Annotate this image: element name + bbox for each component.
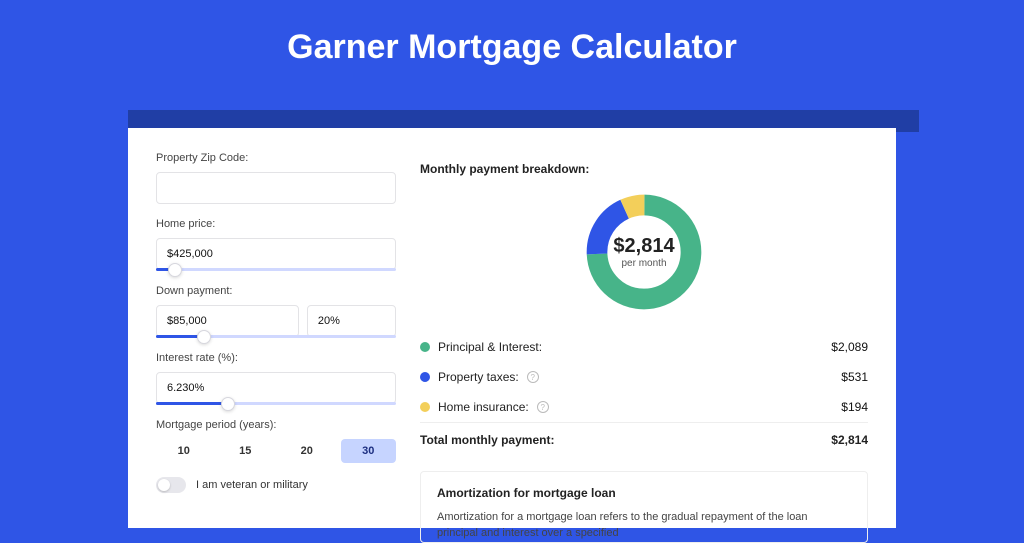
breakdown-row-label: Principal & Interest: — [438, 340, 542, 354]
interest-rate-slider[interactable] — [156, 402, 396, 405]
zip-group: Property Zip Code: — [156, 152, 396, 204]
down-payment-slider[interactable] — [156, 335, 396, 338]
home-price-slider[interactable] — [156, 268, 396, 271]
down-payment-label: Down payment: — [156, 285, 396, 297]
period-label: Mortgage period (years): — [156, 419, 396, 431]
period-group: Mortgage period (years): 10152030 — [156, 419, 396, 463]
breakdown-title: Monthly payment breakdown: — [420, 162, 868, 176]
breakdown-row: Home insurance: ? $194 — [420, 392, 868, 422]
amortization-title: Amortization for mortgage loan — [437, 486, 851, 500]
legend-dot-icon — [420, 372, 430, 382]
interest-rate-label: Interest rate (%): — [156, 352, 396, 364]
veteran-toggle-knob — [158, 479, 170, 491]
legend-dot-icon — [420, 402, 430, 412]
down-payment-amount-input[interactable] — [156, 305, 299, 337]
donut-amount: $2,814 — [613, 235, 674, 258]
form-column: Property Zip Code: Home price: Down paym… — [156, 152, 396, 528]
breakdown-row-left: Property taxes: ? — [420, 370, 539, 384]
donut-sub: per month — [613, 258, 674, 269]
calculator-card: Property Zip Code: Home price: Down paym… — [128, 128, 896, 528]
veteran-toggle[interactable] — [156, 477, 186, 493]
breakdown-row-left: Principal & Interest: — [420, 340, 542, 354]
interest-rate-input[interactable] — [156, 372, 396, 404]
page-title: Garner Mortgage Calculator — [0, 0, 1024, 91]
info-icon[interactable]: ? — [527, 371, 539, 383]
zip-label: Property Zip Code: — [156, 152, 396, 164]
breakdown-row: Principal & Interest: $2,089 — [420, 332, 868, 362]
total-row: Total monthly payment: $2,814 — [420, 422, 868, 465]
info-icon[interactable]: ? — [537, 401, 549, 413]
period-button-10[interactable]: 10 — [156, 439, 212, 463]
home-price-label: Home price: — [156, 218, 396, 230]
zip-input[interactable] — [156, 172, 396, 204]
period-button-20[interactable]: 20 — [279, 439, 335, 463]
amortization-text: Amortization for a mortgage loan refers … — [437, 510, 851, 542]
home-price-input[interactable] — [156, 238, 396, 270]
down-payment-slider-thumb[interactable] — [197, 330, 211, 344]
interest-rate-group: Interest rate (%): — [156, 352, 396, 405]
interest-rate-slider-thumb[interactable] — [221, 397, 235, 411]
period-button-15[interactable]: 15 — [218, 439, 274, 463]
home-price-slider-thumb[interactable] — [168, 263, 182, 277]
breakdown-row-label: Property taxes: — [438, 370, 519, 384]
breakdown-row-amount: $2,089 — [831, 340, 868, 354]
breakdown-row-left: Home insurance: ? — [420, 400, 549, 414]
total-label: Total monthly payment: — [420, 433, 554, 447]
breakdown-row-amount: $194 — [841, 400, 868, 414]
legend-dot-icon — [420, 342, 430, 352]
breakdown-row: Property taxes: ? $531 — [420, 362, 868, 392]
donut-chart-wrap: $2,814 per month — [420, 190, 868, 314]
down-payment-pct-input[interactable] — [307, 305, 396, 337]
amortization-card: Amortization for mortgage loan Amortizat… — [420, 471, 868, 543]
interest-rate-slider-fill — [156, 402, 228, 405]
breakdown-rows: Principal & Interest: $2,089 Property taxe… — [420, 332, 868, 422]
period-button-row: 10152030 — [156, 439, 396, 463]
breakdown-row-label: Home insurance: — [438, 400, 529, 414]
veteran-label: I am veteran or military — [196, 479, 308, 491]
breakdown-column: Monthly payment breakdown: $2,814 per mo… — [420, 152, 868, 528]
period-button-30[interactable]: 30 — [341, 439, 397, 463]
down-payment-group: Down payment: — [156, 285, 396, 338]
total-amount: $2,814 — [831, 433, 868, 447]
home-price-group: Home price: — [156, 218, 396, 271]
donut-center: $2,814 per month — [613, 235, 674, 269]
veteran-toggle-row: I am veteran or military — [156, 477, 396, 493]
breakdown-row-amount: $531 — [841, 370, 868, 384]
